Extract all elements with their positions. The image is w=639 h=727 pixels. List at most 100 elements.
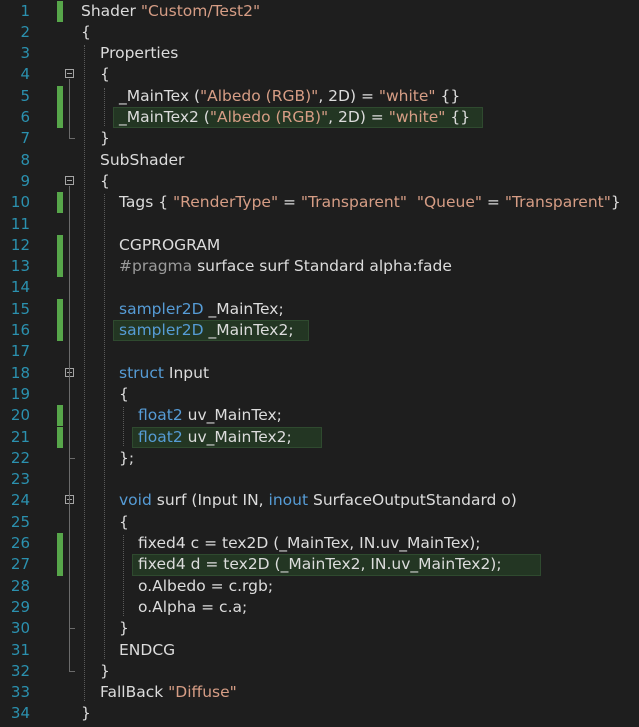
line-number: 24 <box>10 491 30 510</box>
line-number: 23 <box>10 470 30 489</box>
line-number: 5 <box>20 86 30 105</box>
code-text: } <box>81 703 91 724</box>
code-text: Properties <box>100 43 178 64</box>
code-token: }; <box>119 448 135 467</box>
line-number: 17 <box>10 342 30 361</box>
code-text: fixed4 d = tex2D (_MainTex2, IN.uv_MainT… <box>138 554 502 575</box>
code-line[interactable]: 2{ <box>0 22 639 43</box>
fold-region-line <box>69 505 70 629</box>
code-line[interactable]: 31 ENDCG <box>0 640 639 661</box>
fold-region-line <box>69 79 70 139</box>
code-token: { <box>100 171 110 190</box>
code-line[interactable]: 8 SubShader <box>0 150 639 171</box>
line-number: 32 <box>10 661 30 680</box>
string-token: "Queue" <box>416 193 482 212</box>
code-line[interactable]: 30} <box>0 618 639 639</box>
fold-region-end <box>69 457 75 459</box>
code-token: o.Albedo = c.rgb; <box>138 576 274 595</box>
line-number: 30 <box>10 619 30 638</box>
string-token: "white" <box>388 108 446 126</box>
code-line[interactable]: 29 o.Alpha = c.a; <box>0 597 639 618</box>
code-token: } <box>610 193 621 212</box>
code-line[interactable]: 26 fixed4 c = tex2D (_MainTex, IN.uv_Main… <box>0 533 639 555</box>
code-text: sampler2D _MainTex2; <box>119 320 294 341</box>
code-token: surface surf Standard alpha:fade <box>192 257 452 276</box>
line-number: 2 <box>20 22 30 41</box>
code-editor[interactable]: 1 Shader "Custom/Test2" 2{3 Properties 4{5 _M… <box>0 0 639 727</box>
line-number: 29 <box>10 597 30 616</box>
code-token: , 2D) = <box>318 86 379 105</box>
keyword-token: float2 <box>138 406 183 425</box>
code-line[interactable]: 19 { <box>0 384 639 405</box>
code-token: SubShader <box>100 150 185 169</box>
code-line[interactable]: 7} <box>0 128 639 149</box>
code-text: void surf (Input IN, inout SurfaceOutput… <box>119 490 517 511</box>
code-line[interactable]: 14 <box>0 277 639 298</box>
change-indicator <box>57 234 63 257</box>
code-line[interactable]: 10 Tags { "RenderType" = "Transparent" "Q… <box>0 192 639 214</box>
change-indicator <box>57 192 63 214</box>
code-token: { <box>100 65 110 84</box>
code-line[interactable]: 17 <box>0 341 639 362</box>
code-line[interactable]: 34} <box>0 703 639 724</box>
line-number: 18 <box>10 363 30 382</box>
code-token: } <box>100 129 110 148</box>
code-text: fixed4 c = tex2D (_MainTex, IN.uv_MainTe… <box>138 533 481 554</box>
line-number: 25 <box>10 512 30 531</box>
code-line[interactable]: 18 struct Input <box>0 363 639 384</box>
indent-guide <box>123 535 124 617</box>
keyword-token: sampler2D <box>119 321 204 339</box>
code-line[interactable]: 33 FallBack "Diffuse" <box>0 682 639 703</box>
code-text: _MainTex2 ("Albedo (RGB)", 2D) = "white"… <box>119 107 470 128</box>
code-token: = <box>482 193 505 212</box>
code-line[interactable]: 15 sampler2D _MainTex; <box>0 298 639 320</box>
string-token: "RenderType" <box>173 193 279 212</box>
line-number: 8 <box>20 150 30 169</box>
code-line[interactable]: 25 { <box>0 512 639 533</box>
code-line[interactable]: 4{ <box>0 64 639 85</box>
line-number: 13 <box>10 257 30 276</box>
code-line[interactable]: 22}; <box>0 448 639 469</box>
code-line[interactable]: 9{ <box>0 171 639 192</box>
code-token: } <box>100 661 110 680</box>
code-line[interactable]: 3 Properties <box>0 43 639 64</box>
code-line[interactable]: 28 o.Albedo = c.rgb; <box>0 576 639 597</box>
code-line[interactable]: 21 float2 uv_MainTex2; <box>0 426 639 448</box>
code-token: fixed4 d = tex2D (_MainTex2, IN.uv_MainT… <box>138 555 502 574</box>
code-line[interactable]: 13 #pragma surface surf Standard alpha:fa… <box>0 256 639 278</box>
collapse-icon[interactable] <box>65 69 74 79</box>
code-line[interactable]: 6 _MainTex2 ("Albedo (RGB)", 2D) = "white… <box>0 107 639 129</box>
code-token: _MainTex2; <box>203 321 294 339</box>
change-indicator <box>57 0 63 22</box>
code-line[interactable]: 20 float2 uv_MainTex; <box>0 405 639 427</box>
code-line[interactable]: 11 <box>0 214 639 235</box>
code-line[interactable]: 27 fixed4 d = tex2D (_MainTex2, IN.uv_Mai… <box>0 554 639 576</box>
code-line[interactable]: 1 Shader "Custom/Test2" <box>0 0 639 22</box>
line-number: 12 <box>10 235 30 254</box>
change-indicator <box>57 426 63 448</box>
code-line[interactable]: 24 void surf (Input IN, inout SurfaceOutp… <box>0 490 639 511</box>
code-line[interactable]: 16 sampler2D _MainTex2; <box>0 320 639 342</box>
code-text: } <box>100 128 110 149</box>
change-indicator <box>57 107 63 129</box>
code-line[interactable]: 23 <box>0 469 639 490</box>
code-line[interactable]: 32} <box>0 661 639 682</box>
line-number: 31 <box>10 640 30 659</box>
directive-token: #pragma <box>119 257 193 276</box>
line-number: 21 <box>10 427 30 446</box>
line-number: 4 <box>20 65 30 84</box>
line-number: 26 <box>10 534 30 552</box>
code-token: SurfaceOutputStandard o) <box>308 491 517 510</box>
code-token: { <box>119 512 129 531</box>
code-line[interactable]: 5 _MainTex ("Albedo (RGB)", 2D) = "white"… <box>0 85 639 107</box>
code-line[interactable]: 12 CGPROGRAM <box>0 234 639 257</box>
line-number: 15 <box>10 299 30 318</box>
code-token: CGPROGRAM <box>119 235 221 254</box>
keyword-token: inout <box>268 491 309 510</box>
line-number: 9 <box>20 171 30 190</box>
keyword-token: void <box>119 491 152 510</box>
string-token: "Transparent" <box>300 193 407 212</box>
collapse-icon[interactable] <box>65 175 74 185</box>
code-token: _MainTex ( <box>119 86 200 105</box>
